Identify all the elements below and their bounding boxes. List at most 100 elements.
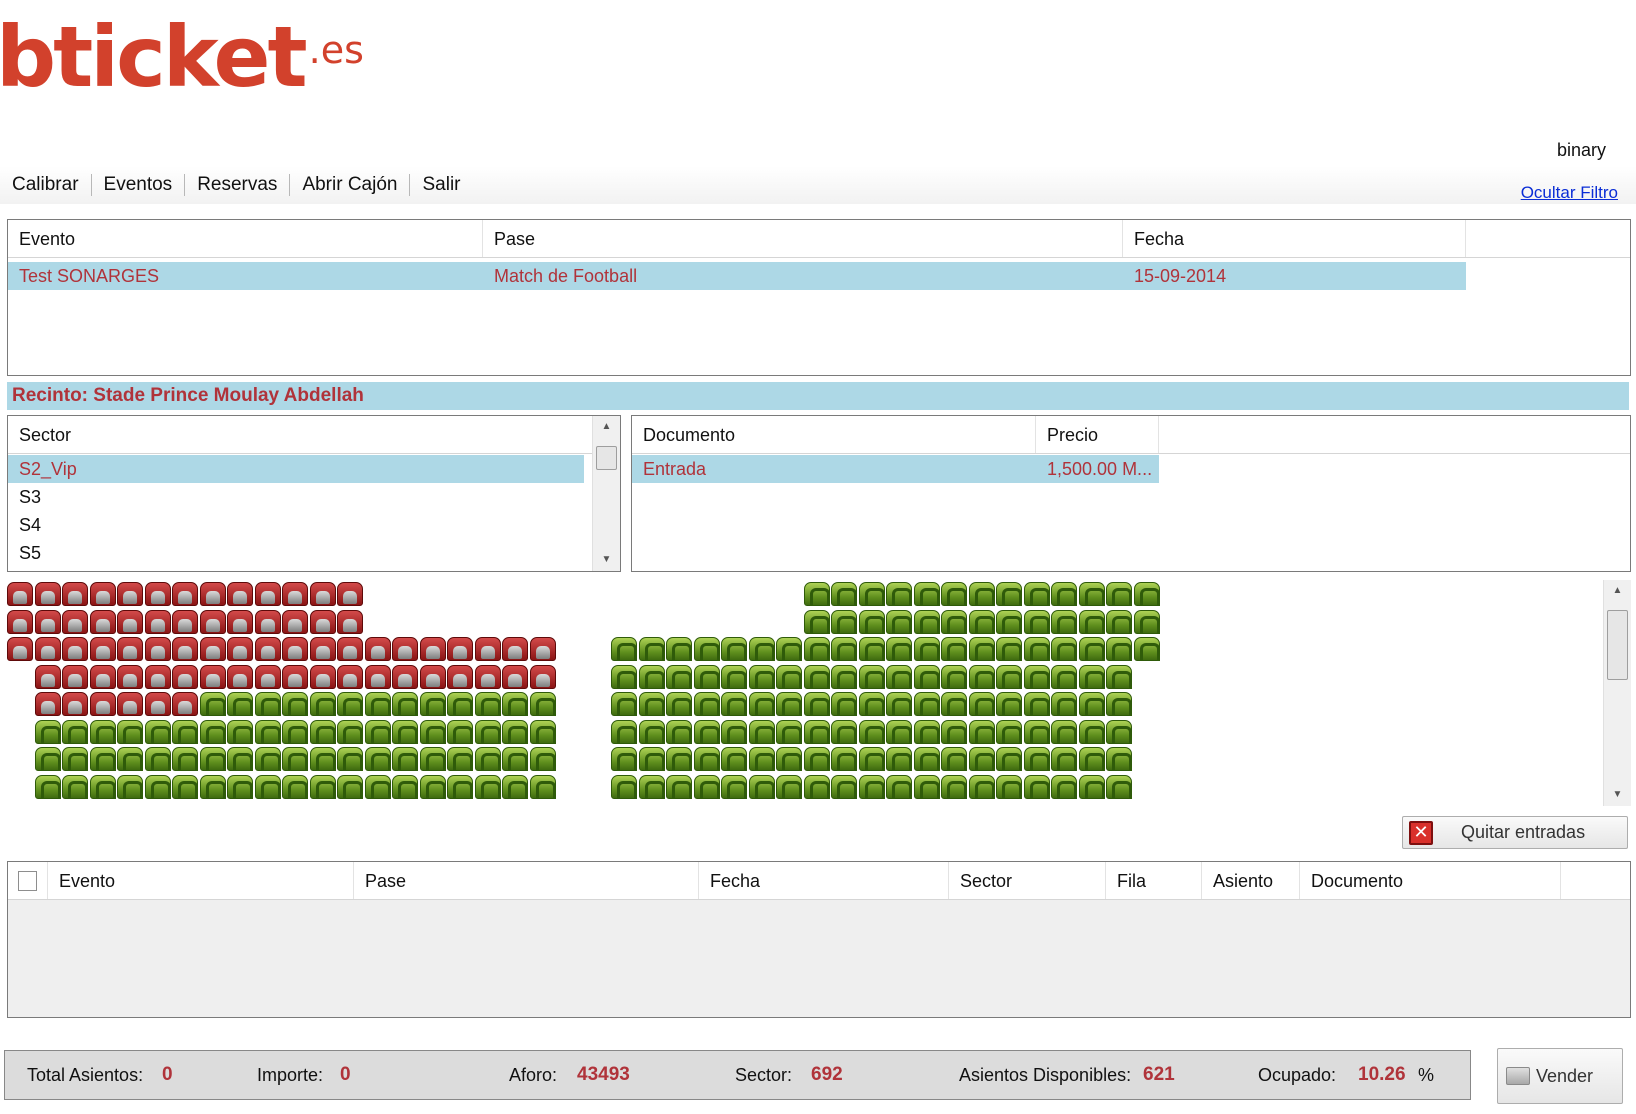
seat-occupied[interactable] (337, 609, 363, 634)
seat-available[interactable] (419, 747, 446, 771)
seat-available[interactable] (364, 774, 391, 799)
seat-available[interactable] (831, 664, 857, 689)
seat-available[interactable] (282, 692, 308, 716)
seat-available[interactable] (638, 692, 665, 716)
seat-available[interactable] (199, 747, 226, 771)
seat-available[interactable] (254, 719, 281, 744)
column-pase[interactable]: Pase (483, 220, 1123, 257)
sector-list[interactable]: Sector S2_Vip S3 S4 S5 ▲ ▼ (7, 415, 621, 572)
column-evento[interactable]: Evento (48, 862, 354, 899)
seat-available[interactable] (996, 664, 1022, 689)
seat-occupied[interactable] (309, 582, 336, 606)
seat-available[interactable] (886, 637, 912, 661)
seat-available[interactable] (968, 692, 995, 716)
seat-available[interactable] (968, 664, 995, 689)
seat-available[interactable] (62, 774, 88, 799)
seat-available[interactable] (776, 692, 802, 716)
seat-available[interactable] (364, 719, 391, 744)
seat-available[interactable] (172, 774, 198, 799)
seat-occupied[interactable] (474, 637, 501, 661)
seat-available[interactable] (748, 774, 775, 799)
remove-tickets-button[interactable]: ✕ Quitar entradas (1402, 816, 1628, 849)
seat-available[interactable] (392, 719, 418, 744)
seat-occupied[interactable] (89, 582, 116, 606)
seat-available[interactable] (721, 747, 747, 771)
seat-available[interactable] (941, 582, 967, 606)
seat-occupied[interactable] (364, 664, 391, 689)
seat-available[interactable] (996, 609, 1022, 634)
seat-available[interactable] (996, 719, 1022, 744)
seat-available[interactable] (611, 664, 637, 689)
seat-occupied[interactable] (89, 664, 116, 689)
seat-available[interactable] (1106, 692, 1132, 716)
column-precio[interactable]: Precio (1036, 416, 1159, 453)
seat-available[interactable] (1023, 692, 1050, 716)
seat-occupied[interactable] (337, 664, 363, 689)
seat-available[interactable] (34, 719, 61, 744)
seat-available[interactable] (1106, 582, 1132, 606)
seat-available[interactable] (831, 582, 857, 606)
seat-available[interactable] (611, 747, 637, 771)
seat-available[interactable] (337, 692, 363, 716)
seat-available[interactable] (638, 719, 665, 744)
seat-occupied[interactable] (309, 637, 336, 661)
seat-available[interactable] (913, 719, 940, 744)
seat-available[interactable] (666, 719, 692, 744)
seat-map-scrollbar[interactable]: ▲ ▼ (1603, 580, 1631, 806)
seat-available[interactable] (1023, 582, 1050, 606)
seat-occupied[interactable] (62, 637, 88, 661)
seat-available[interactable] (1051, 747, 1077, 771)
seat-available[interactable] (913, 582, 940, 606)
seat-available[interactable] (968, 609, 995, 634)
seat-occupied[interactable] (144, 609, 171, 634)
seat-available[interactable] (941, 719, 967, 744)
scroll-thumb[interactable] (1607, 610, 1628, 680)
menu-salir[interactable]: Salir (410, 174, 472, 196)
seat-occupied[interactable] (419, 664, 446, 689)
seat-available[interactable] (474, 774, 501, 799)
seat-available[interactable] (886, 719, 912, 744)
seat-available[interactable] (941, 609, 967, 634)
seat-available[interactable] (638, 747, 665, 771)
seat-occupied[interactable] (254, 582, 281, 606)
seat-occupied[interactable] (172, 637, 198, 661)
seat-available[interactable] (1078, 609, 1105, 634)
seat-available[interactable] (666, 747, 692, 771)
seat-available[interactable] (913, 747, 940, 771)
seat-available[interactable] (309, 692, 336, 716)
seat-available[interactable] (611, 637, 637, 661)
seat-available[interactable] (693, 719, 720, 744)
list-item[interactable]: S3 (8, 483, 584, 511)
seat-available[interactable] (502, 747, 528, 771)
seat-available[interactable] (419, 692, 446, 716)
seat-available[interactable] (941, 664, 967, 689)
seat-available[interactable] (748, 747, 775, 771)
seat-occupied[interactable] (7, 609, 33, 634)
cart-table[interactable]: Evento Pase Fecha Sector Fila Asiento Do… (7, 861, 1631, 1018)
seat-available[interactable] (1023, 664, 1050, 689)
seat-available[interactable] (1106, 637, 1132, 661)
seat-occupied[interactable] (227, 582, 253, 606)
column-fila[interactable]: Fila (1106, 862, 1202, 899)
seat-available[interactable] (1023, 637, 1050, 661)
seat-available[interactable] (858, 609, 885, 634)
seat-available[interactable] (721, 719, 747, 744)
seat-available[interactable] (666, 774, 692, 799)
seat-available[interactable] (913, 637, 940, 661)
seat-occupied[interactable] (502, 664, 528, 689)
seat-available[interactable] (1023, 774, 1050, 799)
seat-available[interactable] (858, 582, 885, 606)
seat-available[interactable] (529, 719, 556, 744)
seat-available[interactable] (447, 692, 473, 716)
seat-map[interactable] (7, 580, 1602, 806)
list-item[interactable]: S5 (8, 539, 584, 567)
seat-available[interactable] (831, 637, 857, 661)
seat-available[interactable] (364, 747, 391, 771)
seat-available[interactable] (941, 747, 967, 771)
seat-available[interactable] (803, 664, 830, 689)
seat-available[interactable] (776, 774, 802, 799)
seat-occupied[interactable] (227, 637, 253, 661)
seat-occupied[interactable] (282, 582, 308, 606)
seat-available[interactable] (776, 664, 802, 689)
seat-available[interactable] (172, 719, 198, 744)
